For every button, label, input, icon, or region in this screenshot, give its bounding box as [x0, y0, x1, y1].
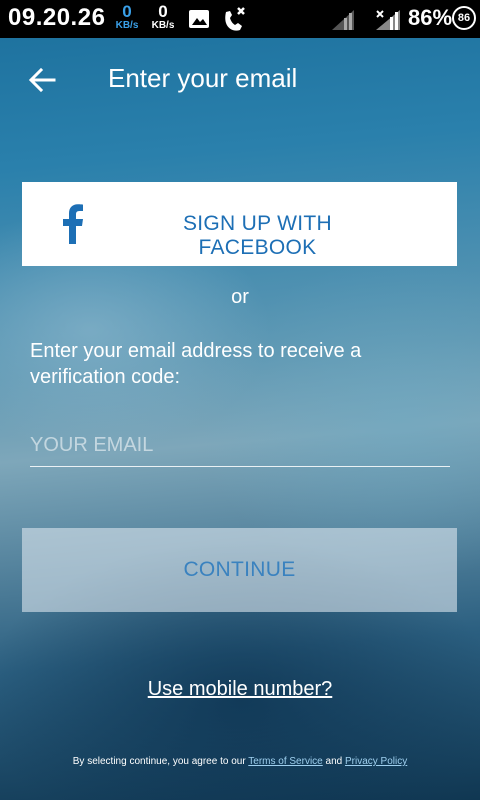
upload-speed: 0 KB/s: [115, 2, 139, 31]
status-time: 09.20.26: [8, 4, 106, 31]
battery-percent: 86%: [408, 5, 453, 30]
footer-legal: By selecting continue, you agree to our …: [0, 756, 480, 767]
use-mobile-number-link[interactable]: Use mobile number?: [0, 678, 480, 701]
status-bar: 09.20.26 0 KB/s 0 KB/s 86% 86: [0, 0, 480, 38]
signal-no-data-icon: [374, 8, 402, 36]
footer-prefix: By selecting continue, you agree to our: [72, 756, 246, 767]
page-title: Enter your email: [108, 63, 298, 93]
or-separator: or: [231, 286, 249, 308]
download-speed: 0 KB/s: [151, 2, 175, 31]
missed-call-icon: [222, 5, 250, 37]
signal-icon: [330, 8, 356, 36]
footer-conjunction: and: [325, 756, 343, 767]
terms-of-service-link[interactable]: Terms of Service: [248, 756, 322, 767]
header: Enter your email: [0, 38, 480, 122]
instruction-text: Enter your email address to receive a ve…: [30, 340, 362, 388]
privacy-policy-link[interactable]: Privacy Policy: [345, 756, 407, 767]
facebook-signup-button[interactable]: SIGN UP WITH FACEBOOK: [22, 182, 457, 266]
facebook-signup-label: SIGN UP WITH FACEBOOK: [182, 212, 333, 259]
continue-button[interactable]: CONTINUE: [22, 528, 457, 612]
arrow-left-icon[interactable]: [24, 62, 60, 98]
email-input[interactable]: [30, 424, 450, 467]
facebook-f-icon: [62, 204, 84, 244]
notification-badge: 86: [452, 6, 476, 30]
image-icon: [188, 8, 210, 34]
continue-label: CONTINUE: [183, 558, 296, 581]
